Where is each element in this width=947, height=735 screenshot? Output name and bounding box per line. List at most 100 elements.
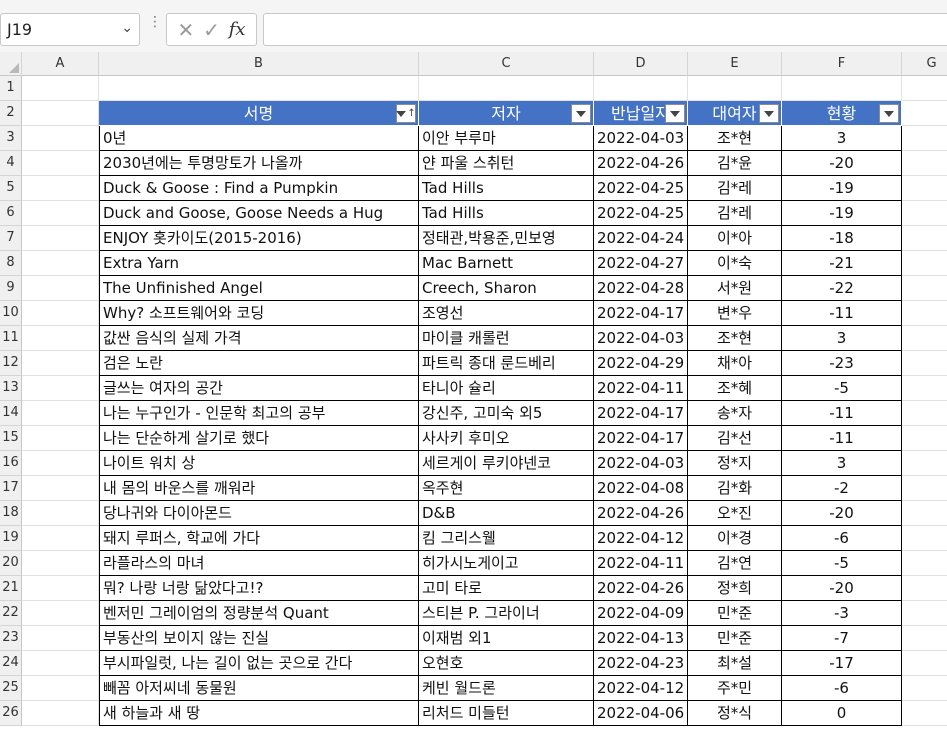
enter-check-icon[interactable]: ✓ bbox=[203, 18, 220, 42]
table-cell[interactable]: 0년 bbox=[99, 126, 419, 151]
cell-g13[interactable] bbox=[902, 376, 947, 401]
table-header-cell[interactable]: 현황 bbox=[782, 101, 902, 126]
cell-g11[interactable] bbox=[902, 326, 947, 351]
filter-dropdown-icon[interactable] bbox=[879, 104, 899, 123]
cell-a17[interactable] bbox=[22, 476, 99, 501]
table-cell[interactable]: 내 몸의 바운스를 깨워라 bbox=[99, 476, 419, 501]
table-cell[interactable]: 2022-04-24 bbox=[594, 226, 688, 251]
table-cell[interactable]: The Unfinished Angel bbox=[99, 276, 419, 301]
table-cell[interactable]: 벤저민 그레이엄의 정량분석 Quant bbox=[99, 601, 419, 626]
table-cell[interactable]: -22 bbox=[782, 276, 902, 301]
cell-e1[interactable] bbox=[688, 76, 782, 101]
filter-dropdown-icon[interactable] bbox=[665, 104, 685, 123]
row-header-12[interactable]: 12 bbox=[0, 351, 22, 376]
table-cell[interactable]: 2022-04-28 bbox=[594, 276, 688, 301]
table-cell[interactable]: 새 하늘과 새 땅 bbox=[99, 701, 419, 726]
row-header-20[interactable]: 20 bbox=[0, 551, 22, 576]
cell-g10[interactable] bbox=[902, 301, 947, 326]
cell-a26[interactable] bbox=[22, 701, 99, 726]
table-cell[interactable]: -23 bbox=[782, 351, 902, 376]
filter-dropdown-icon[interactable] bbox=[759, 104, 779, 123]
table-cell[interactable]: 2022-04-08 bbox=[594, 476, 688, 501]
cell-a6[interactable] bbox=[22, 201, 99, 226]
table-cell[interactable]: -21 bbox=[782, 251, 902, 276]
table-cell[interactable]: 0 bbox=[782, 701, 902, 726]
table-cell[interactable]: 뭐? 나랑 너랑 닮았다고!? bbox=[99, 576, 419, 601]
row-header-9[interactable]: 9 bbox=[0, 276, 22, 301]
row-header-2[interactable]: 2 bbox=[0, 101, 22, 126]
table-cell[interactable]: 마이클 캐롤런 bbox=[419, 326, 594, 351]
filter-dropdown-icon[interactable] bbox=[571, 104, 591, 123]
table-cell[interactable]: 나는 누구인가 - 인문학 최고의 공부 bbox=[99, 401, 419, 426]
cell-d1[interactable] bbox=[594, 76, 688, 101]
row-header-5[interactable]: 5 bbox=[0, 176, 22, 201]
table-cell[interactable]: 2022-04-06 bbox=[594, 701, 688, 726]
row-header-25[interactable]: 25 bbox=[0, 676, 22, 701]
column-header-g[interactable]: G bbox=[902, 52, 947, 76]
table-cell[interactable]: Extra Yarn bbox=[99, 251, 419, 276]
table-cell[interactable]: 2022-04-26 bbox=[594, 151, 688, 176]
table-header-cell[interactable]: 서명 ↑ bbox=[99, 101, 419, 126]
table-cell[interactable]: 2030년에는 투명망토가 나올까 bbox=[99, 151, 419, 176]
row-header-8[interactable]: 8 bbox=[0, 251, 22, 276]
table-cell[interactable]: 2022-04-25 bbox=[594, 201, 688, 226]
table-cell[interactable]: 2022-04-17 bbox=[594, 301, 688, 326]
table-cell[interactable]: 정*희 bbox=[688, 576, 782, 601]
table-cell[interactable]: 이*숙 bbox=[688, 251, 782, 276]
table-cell[interactable]: 리처드 미들턴 bbox=[419, 701, 594, 726]
table-cell[interactable]: 3 bbox=[782, 326, 902, 351]
cell-g1[interactable] bbox=[902, 76, 947, 101]
row-header-19[interactable]: 19 bbox=[0, 526, 22, 551]
cell-a3[interactable] bbox=[22, 126, 99, 151]
table-cell[interactable]: 오현호 bbox=[419, 651, 594, 676]
cell-g17[interactable] bbox=[902, 476, 947, 501]
row-header-6[interactable]: 6 bbox=[0, 201, 22, 226]
table-cell[interactable]: Mac Barnett bbox=[419, 251, 594, 276]
table-cell[interactable]: 김*윤 bbox=[688, 151, 782, 176]
cell-g2[interactable] bbox=[902, 101, 947, 126]
table-cell[interactable]: 2022-04-26 bbox=[594, 576, 688, 601]
row-header-11[interactable]: 11 bbox=[0, 326, 22, 351]
row-header-16[interactable]: 16 bbox=[0, 451, 22, 476]
table-cell[interactable]: -5 bbox=[782, 551, 902, 576]
column-header-c[interactable]: C bbox=[419, 52, 594, 76]
table-cell[interactable]: 조*현 bbox=[688, 326, 782, 351]
table-cell[interactable]: 이안 부루마 bbox=[419, 126, 594, 151]
table-cell[interactable]: 글쓰는 여자의 공간 bbox=[99, 376, 419, 401]
table-header-cell[interactable]: 저자 bbox=[419, 101, 594, 126]
cell-c1[interactable] bbox=[419, 76, 594, 101]
table-cell[interactable]: 정*식 bbox=[688, 701, 782, 726]
cell-g23[interactable] bbox=[902, 626, 947, 651]
table-header-cell[interactable]: 대여자 bbox=[688, 101, 782, 126]
table-cell[interactable]: 라플라스의 마녀 bbox=[99, 551, 419, 576]
filter-dropdown-icon[interactable]: ↑ bbox=[396, 104, 416, 123]
table-cell[interactable]: 값싼 음식의 실제 가격 bbox=[99, 326, 419, 351]
table-cell[interactable]: -18 bbox=[782, 226, 902, 251]
table-cell[interactable]: Duck and Goose, Goose Needs a Hug bbox=[99, 201, 419, 226]
table-cell[interactable]: Why? 소프트웨어와 코딩 bbox=[99, 301, 419, 326]
table-cell[interactable]: 김*화 bbox=[688, 476, 782, 501]
cell-a21[interactable] bbox=[22, 576, 99, 601]
table-cell[interactable]: Tad Hills bbox=[419, 176, 594, 201]
row-header-17[interactable]: 17 bbox=[0, 476, 22, 501]
table-cell[interactable]: 강신주, 고미숙 외5 bbox=[419, 401, 594, 426]
table-cell[interactable]: 최*설 bbox=[688, 651, 782, 676]
table-cell[interactable]: 민*준 bbox=[688, 626, 782, 651]
table-cell[interactable]: 3 bbox=[782, 126, 902, 151]
cell-a7[interactable] bbox=[22, 226, 99, 251]
cell-g8[interactable] bbox=[902, 251, 947, 276]
table-cell[interactable]: 돼지 루퍼스, 학교에 가다 bbox=[99, 526, 419, 551]
table-cell[interactable]: 2022-04-26 bbox=[594, 501, 688, 526]
cancel-icon[interactable]: ✕ bbox=[177, 18, 194, 42]
cell-g26[interactable] bbox=[902, 701, 947, 726]
table-cell[interactable]: Duck & Goose : Find a Pumpkin bbox=[99, 176, 419, 201]
cell-a12[interactable] bbox=[22, 351, 99, 376]
cell-g22[interactable] bbox=[902, 601, 947, 626]
table-cell[interactable]: -2 bbox=[782, 476, 902, 501]
cell-g3[interactable] bbox=[902, 126, 947, 151]
insert-function-icon[interactable]: fx bbox=[229, 19, 246, 40]
cell-g25[interactable] bbox=[902, 676, 947, 701]
cell-g19[interactable] bbox=[902, 526, 947, 551]
cell-g6[interactable] bbox=[902, 201, 947, 226]
table-cell[interactable]: 이재범 외1 bbox=[419, 626, 594, 651]
